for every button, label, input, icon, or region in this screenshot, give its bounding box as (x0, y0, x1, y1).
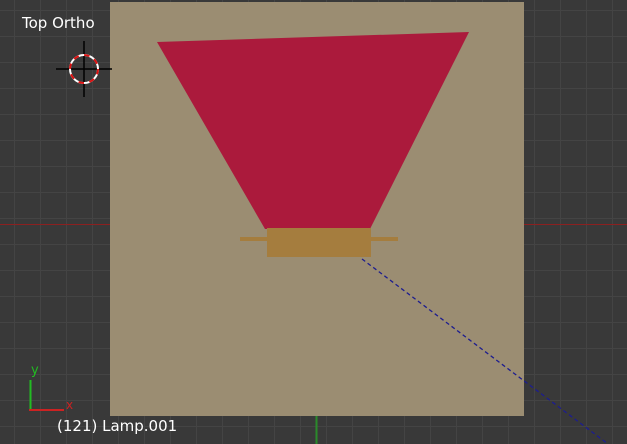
3d-cursor-icon[interactable] (56, 41, 112, 97)
object-info-label: (121) Lamp.001 (57, 417, 178, 435)
viewport-scene[interactable]: y x (0, 0, 627, 444)
3d-viewport[interactable]: y x Top Ortho (121) Lamp.001 (0, 0, 627, 444)
axis-gizmo-x-label: x (66, 398, 73, 412)
axis-gizmo: y x (29, 363, 73, 412)
view-label: Top Ortho (22, 14, 95, 32)
lamp-base[interactable] (267, 228, 371, 257)
axis-gizmo-y-label: y (31, 363, 39, 378)
